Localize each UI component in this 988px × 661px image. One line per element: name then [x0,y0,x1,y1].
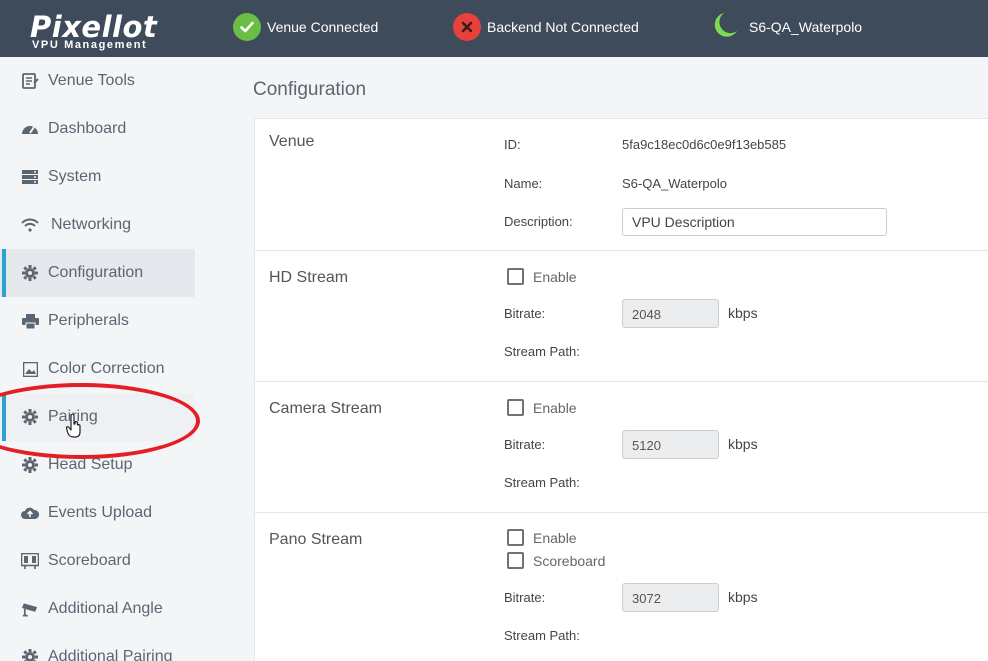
sidebar-item-label: System [48,168,102,185]
sidebar-item-additional-pairing[interactable]: Additional Pairing [0,633,195,661]
sidebar-item-label: Color Correction [48,360,165,377]
venue-section-title: Venue [269,133,315,150]
camera-stream-section-title: Camera Stream [269,400,382,417]
pano-stream-bitrate-unit: kbps [728,589,758,605]
sidebar-item-dashboard[interactable]: Dashboard [0,105,195,153]
venue-name-value: S6-QA_Waterpolo [622,176,728,191]
moon-icon [713,11,739,44]
venue-id-label: ID: [504,137,521,152]
sidebar-item-scoreboard[interactable]: Scoreboard [0,537,195,585]
error-circle-icon [453,13,481,41]
pano-stream-bitrate-label: Bitrate: [504,590,546,605]
wifi-icon [21,216,39,234]
sidebar-item-label: Peripherals [48,312,129,329]
scoreboard-icon [21,552,39,570]
configuration-card [254,118,988,661]
dashboard-icon [21,120,39,138]
venue-status: Venue Connected [233,12,378,42]
camera-stream-bitrate-label: Bitrate: [504,437,546,452]
server-icon [21,168,39,186]
camera-stream-path-label: Stream Path: [504,475,580,490]
venue-description-label: Description: [504,214,573,229]
sidebar-item-label: Scoreboard [48,552,131,569]
gear-icon [21,648,39,661]
venue-description-input[interactable]: VPU Description [622,208,887,236]
pano-stream-enable-label: Enable [533,530,577,546]
hd-stream-enable-label: Enable [533,269,577,285]
section-divider [255,381,988,382]
venue-name-label: Name: [504,176,543,191]
sidebar-item-label: Venue Tools [48,72,135,89]
hd-stream-enable-checkbox[interactable] [507,268,524,285]
camera-stream-enable-label: Enable [533,400,577,416]
sidebar-item-additional-angle[interactable]: Additional Angle [0,585,195,633]
venue-tools-icon [21,72,39,90]
camera-stream-bitrate-unit: kbps [728,436,758,452]
printer-icon [21,312,39,330]
sidebar-item-networking[interactable]: Networking [0,201,195,249]
sidebar-item-label: Additional Pairing [48,648,173,661]
hd-stream-bitrate-input[interactable]: 2048 [622,299,719,328]
pixellot-logo[interactable]: Pixellot VPU Management [28,6,178,54]
pano-stream-path-label: Stream Path: [504,628,580,643]
sidebar-item-label: Configuration [48,264,144,281]
hd-stream-bitrate-unit: kbps [728,305,758,321]
image-icon [21,360,39,378]
venue-id-value: 5fa9c18ec0d6c0e9f13eb585 [622,137,787,152]
hd-stream-bitrate-label: Bitrate: [504,306,546,321]
site-status: S6-QA_Waterpolo [713,12,862,42]
gear-icon [21,264,39,282]
camera-icon [21,600,39,618]
site-name-text: S6-QA_Waterpolo [749,19,863,35]
section-divider [255,512,988,513]
hand-cursor-icon [65,413,82,443]
pano-stream-bitrate-input[interactable]: 3072 [622,583,719,612]
backend-status: Backend Not Connected [453,12,639,42]
camera-stream-enable-checkbox[interactable] [507,399,524,416]
venue-status-text: Venue Connected [267,19,379,35]
hd-stream-section-title: HD Stream [269,269,349,286]
cloud-upload-icon [21,504,39,522]
sidebar-item-configuration[interactable]: Configuration [0,249,195,297]
camera-stream-bitrate-input[interactable]: 5120 [622,430,719,459]
logo-subtitle: VPU Management [32,39,148,51]
sidebar-item-venue-tools[interactable]: Venue Tools [0,57,195,105]
section-divider [255,250,988,251]
pano-stream-section-title: Pano Stream [269,531,363,548]
sidebar: Venue Tools Dashboard System Networking … [0,57,195,661]
sidebar-item-label: Dashboard [48,120,127,137]
backend-status-text: Backend Not Connected [487,19,639,35]
sidebar-item-peripherals[interactable]: Peripherals [0,297,195,345]
sidebar-item-events-upload[interactable]: Events Upload [0,489,195,537]
top-bar: Pixellot VPU Management Venue Connected … [0,0,988,57]
sidebar-item-label: Networking [51,216,132,233]
pano-stream-scoreboard-label: Scoreboard [533,553,606,569]
pano-stream-enable-checkbox[interactable] [507,529,524,546]
gear-icon [21,456,39,474]
pano-stream-scoreboard-checkbox[interactable] [507,552,524,569]
sidebar-item-label: Events Upload [48,504,153,521]
sidebar-item-system[interactable]: System [0,153,195,201]
sidebar-item-label: Additional Angle [48,600,163,617]
check-circle-icon [233,13,261,41]
hd-stream-path-label: Stream Path: [504,344,580,359]
page-title: Configuration [253,79,367,100]
